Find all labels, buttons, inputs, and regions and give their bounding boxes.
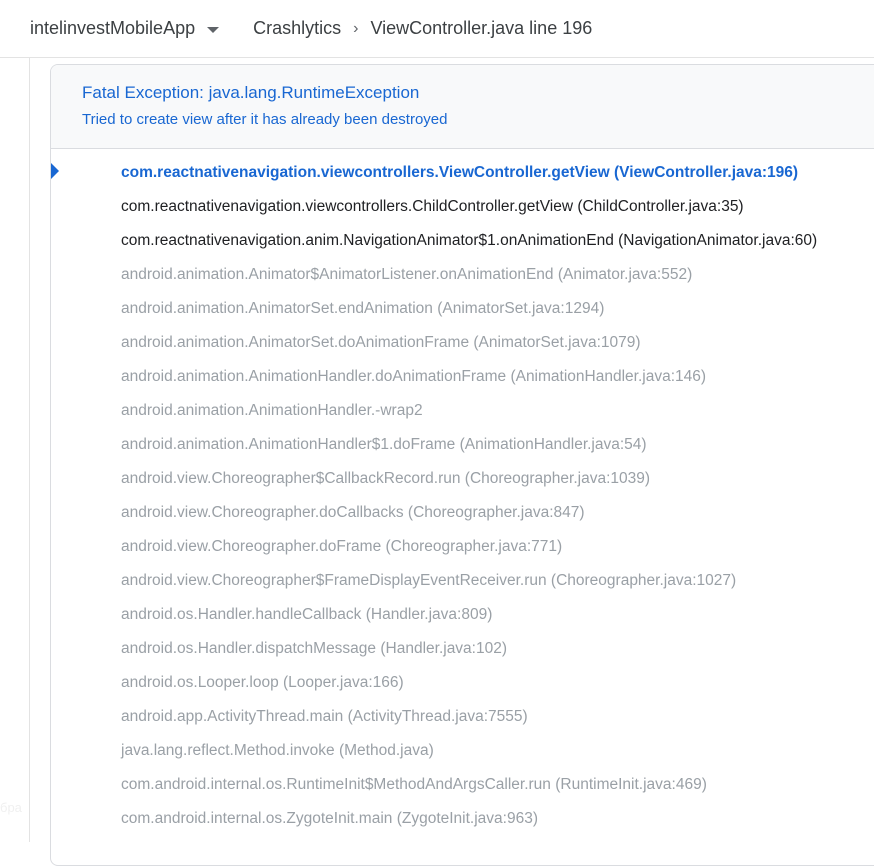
- app-selector[interactable]: intelinvestMobileApp: [30, 18, 220, 39]
- stack-frame-row[interactable]: com.android.internal.os.RuntimeInit$Meth…: [51, 773, 874, 807]
- stack-frame-row[interactable]: com.android.internal.os.ZygoteInit.main …: [51, 807, 874, 841]
- exception-message: Tried to create view after it has alread…: [82, 111, 448, 128]
- exception-header: Fatal Exception: java.lang.RuntimeExcept…: [51, 65, 874, 149]
- stack-frame-row[interactable]: android.os.Handler.dispatchMessage (Hand…: [51, 637, 874, 671]
- rail-partial-text: бра: [0, 800, 22, 815]
- stack-frame-row[interactable]: android.animation.Animator$AnimatorListe…: [51, 263, 874, 297]
- stack-frame-row[interactable]: android.os.Looper.loop (Looper.java:166): [51, 671, 874, 705]
- stack-frame-row[interactable]: android.view.Choreographer$FrameDisplayE…: [51, 569, 874, 603]
- stack-frame-list: com.reactnativenavigation.viewcontroller…: [51, 149, 874, 841]
- selected-frame-marker-icon: [51, 163, 59, 179]
- stack-frame-row[interactable]: com.reactnativenavigation.viewcontroller…: [51, 195, 874, 229]
- stack-frame-row[interactable]: android.animation.AnimationHandler$1.doF…: [51, 433, 874, 467]
- stack-trace-panel: Fatal Exception: java.lang.RuntimeExcept…: [50, 64, 874, 866]
- chevron-right-icon: ›: [353, 19, 359, 37]
- stack-frame-row[interactable]: android.animation.AnimatorSet.doAnimatio…: [51, 331, 874, 365]
- left-rail: [0, 58, 30, 842]
- stack-frame-row[interactable]: android.view.Choreographer.doCallbacks (…: [51, 501, 874, 535]
- breadcrumb-crashlytics[interactable]: Crashlytics: [253, 18, 341, 39]
- stack-frame-row[interactable]: android.animation.AnimationHandler.doAni…: [51, 365, 874, 399]
- dropdown-arrow-icon: [207, 26, 220, 33]
- exception-title: Fatal Exception: java.lang.RuntimeExcept…: [82, 83, 420, 102]
- stack-frame-row[interactable]: java.lang.reflect.Method.invoke (Method.…: [51, 739, 874, 773]
- stack-frame-row[interactable]: android.animation.AnimatorSet.endAnimati…: [51, 297, 874, 331]
- stack-frame-row[interactable]: android.view.Choreographer.doFrame (Chor…: [51, 535, 874, 569]
- stack-frame-row[interactable]: android.os.Handler.handleCallback (Handl…: [51, 603, 874, 637]
- top-bar: intelinvestMobileApp Crashlytics › ViewC…: [0, 0, 874, 58]
- app-name-label: intelinvestMobileApp: [30, 18, 196, 38]
- stack-frame-row[interactable]: android.animation.AnimationHandler.-wrap…: [51, 399, 874, 433]
- stack-frame-row[interactable]: android.app.ActivityThread.main (Activit…: [51, 705, 874, 739]
- stack-frame-row[interactable]: com.reactnativenavigation.viewcontroller…: [51, 161, 874, 195]
- stack-frame-row[interactable]: com.reactnativenavigation.anim.Navigatio…: [51, 229, 874, 263]
- stack-frame-row[interactable]: android.view.Choreographer$CallbackRecor…: [51, 467, 874, 501]
- breadcrumb-current: ViewController.java line 196: [370, 18, 593, 38]
